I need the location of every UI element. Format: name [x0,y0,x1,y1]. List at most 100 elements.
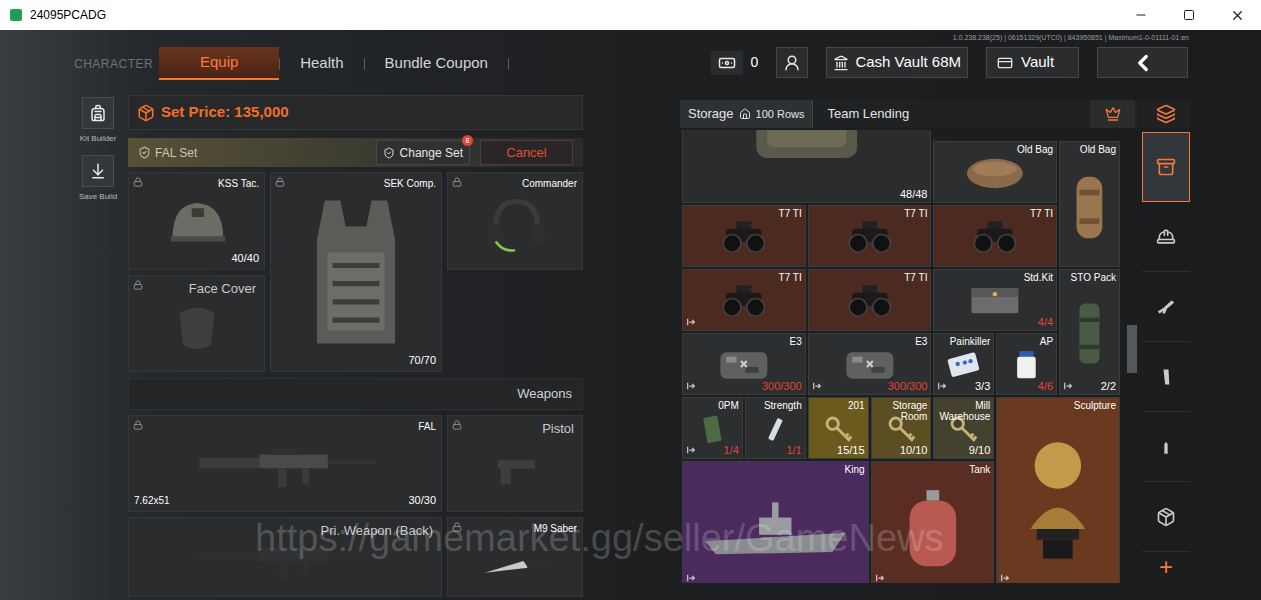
weapon-slot[interactable]: M9 Saber [447,517,583,597]
recycle-button[interactable] [1142,100,1190,128]
magazine-icon [1156,367,1176,387]
transfer-icon [937,381,947,391]
rifle-icon [1155,296,1177,318]
storage-item[interactable]: Painkiller3/3 [933,333,994,395]
storage-tab[interactable]: Storage100 Rows [680,100,813,128]
category-tab[interactable] [1142,342,1190,412]
gear-slot[interactable]: Commander [447,172,583,270]
cash-vault-button[interactable]: Cash Vault 68M [826,47,968,78]
vest-icon [291,187,421,357]
minimize-button[interactable] [1117,0,1165,30]
weapon-slot[interactable]: Pistol [447,415,583,512]
storage-item[interactable]: Std.Kit4/4 [933,269,1057,331]
medkit-icon [942,278,1048,322]
storage-item[interactable]: Mill Warehouse9/10 [933,397,994,459]
category-tab[interactable] [1142,412,1190,482]
weapon-slot[interactable]: Pri. Weapon (Back) [128,517,442,597]
storage-grid: 48/48Old BagOld BagT7 TIT7 TIT7 TIT7 TIT… [682,130,1120,583]
category-tab[interactable] [1142,202,1190,272]
storage-tabs: Storage100 RowsTeam Lending [680,100,1140,128]
item-name: Sculpture [1074,400,1116,411]
nav-tab[interactable]: Equip [159,47,279,80]
storage-item[interactable]: Old Bag [933,141,1057,203]
game-area: 1.0.238.238(25) | 06151329(UTC0) | 84395… [0,30,1261,600]
storage-item[interactable]: T7 TI [808,205,932,267]
storage-scrollbar[interactable] [1126,130,1138,583]
nav-tab[interactable]: Health [280,47,363,80]
storage-item[interactable]: 48/48 [682,130,931,203]
category-tab[interactable] [1142,272,1190,342]
tool-button[interactable]: Kit Builder [80,97,116,145]
storage-tab[interactable]: Team Lending [813,100,923,128]
face-cover-icon [147,292,247,362]
storage-item[interactable]: T7 TI [933,205,1057,267]
item-count: 2/2 [1101,380,1116,392]
cancel-button[interactable]: Cancel [480,140,573,165]
storage-item[interactable]: Strength1/1 [745,397,806,459]
storage-item[interactable]: Sculpture [996,397,1120,583]
change-set-button[interactable]: Change Set8 [376,140,470,165]
nav-tab[interactable]: Bundle Coupon [365,47,508,80]
storage-item[interactable]: AP4/6 [996,333,1057,395]
storage-item[interactable]: 0PM1/4 [682,397,743,459]
set-icon [138,146,151,159]
close-button[interactable] [1213,0,1261,30]
night-vision-icon [691,214,797,258]
storage-item[interactable]: T7 TI [808,269,932,331]
close-icon [1230,8,1245,23]
weapon-slot[interactable]: FAL7.62x5130/30 [128,415,442,512]
maximize-button[interactable] [1165,0,1213,30]
sort-button[interactable] [1090,100,1135,128]
scroll-thumb[interactable] [1127,325,1137,373]
storage-item[interactable]: T7 TI [682,269,806,331]
item-count: 9/10 [969,444,990,456]
price-tag-icon [137,104,155,122]
storage-item[interactable]: 20115/15 [808,397,869,459]
storage-item[interactable]: Old Bag [1059,141,1120,267]
add-button[interactable]: + [1142,552,1190,582]
gear-slot[interactable]: KSS Tac.40/40 [128,172,265,270]
item-name: Old Bag [1017,144,1053,155]
storage-item[interactable]: Tank [871,461,995,583]
profile-button[interactable] [776,47,808,78]
storage-item[interactable]: King [682,461,869,583]
minimize-icon [1134,8,1148,22]
rifle-icon [175,434,395,494]
change-set-icon [383,147,395,159]
syringe-icon [754,406,797,450]
app-icon [10,9,22,21]
storage-item[interactable]: E3300/300 [808,333,932,395]
item-count: 1/1 [786,444,801,456]
transfer-icon [875,573,885,583]
transfer-icon [686,381,696,391]
set-bar: FAL SetChange Set8Cancel [128,138,583,167]
slot-label: Pri. Weapon (Back) [321,521,433,541]
storage-item[interactable]: E3300/300 [682,333,806,395]
rifle-icon [175,527,395,587]
slot-label: SEK Comp. [384,176,436,191]
tool-button[interactable]: Save Build [79,155,117,203]
gas-tank-icon [880,470,986,578]
category-tab[interactable] [1142,482,1190,552]
maximize-icon [1183,9,1195,21]
storage-item[interactable]: T7 TI [682,205,806,267]
cash-counter: 0 [711,47,759,78]
slot-label: Pistol [542,419,574,439]
category-tab[interactable] [1142,132,1190,202]
lock-icon [133,280,143,290]
item-name: Painkiller [950,336,991,347]
gear-slot[interactable]: SEK Comp.70/70 [270,172,442,372]
gear-slot[interactable]: Face Cover [128,275,265,372]
lock-icon [452,420,462,430]
storage-item[interactable]: STO Pack2/2 [1059,269,1120,395]
storage-item[interactable]: Storage Room10/10 [871,397,932,459]
item-name: 0PM [718,400,739,411]
back-button[interactable] [1097,47,1188,78]
slot-label: Face Cover [189,279,256,299]
weapons-grid: FAL7.62x5130/30 Pistol Pri. Weapon (Back) M… [128,415,583,597]
pistol-icon [470,443,560,493]
title-bar: 24095PCADG [0,0,1261,30]
version-text: 1.0.238.238(25) | 06151329(UTC0) | 84395… [953,33,1189,44]
vault-button[interactable]: Vault [986,47,1079,78]
cash-vault-icon [833,55,849,71]
